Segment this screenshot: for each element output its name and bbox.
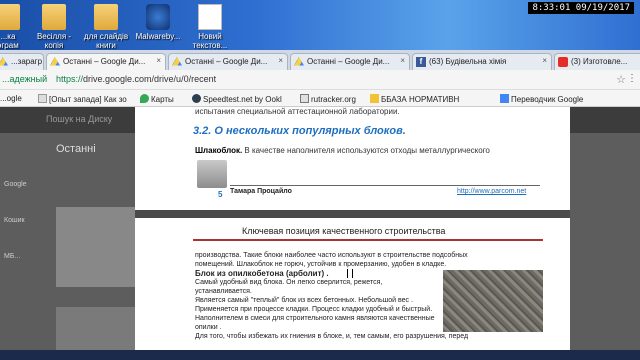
bookmark-label: Переводчик Google [511, 95, 584, 104]
doc-text-line: Наполнителем в смеси для строительного к… [195, 315, 435, 331]
bookmark-4[interactable]: rutracker.org [300, 94, 356, 104]
bookmark-5[interactable]: ББАЗА НОРМАТИВН [370, 94, 459, 104]
tab-label: Останні – Google Ди... [185, 57, 268, 66]
address-bar[interactable]: ...адежный https://drive.google.com/driv… [0, 70, 640, 90]
cinder-block-image [197, 160, 227, 188]
page-gap [135, 210, 570, 218]
tab-4[interactable]: f (63) Будівельна хімія × [412, 53, 552, 70]
close-icon[interactable]: × [400, 56, 405, 65]
doc-text-line: производства. Такие блоки наиболее часто… [195, 252, 468, 259]
facebook-icon: f [416, 57, 426, 67]
desktop-icon-1[interactable]: Весілля - копія [26, 4, 82, 50]
drive-sidebar-item[interactable]: Кошик [4, 203, 48, 239]
footer-author: Тамара Процайло [230, 188, 292, 195]
secure-label: ...адежный [2, 74, 48, 84]
desktop-icon-label: Весілля - копія [36, 32, 72, 50]
youtube-icon [558, 57, 568, 67]
desktop-icon-label: для слайдів книги [83, 32, 129, 50]
doc-heading: 3.2. О нескольких популярных блоков. [193, 125, 406, 137]
drive-section-title: Останні [56, 143, 96, 155]
bookmark-star-icon[interactable]: ☆ [616, 73, 626, 86]
running-header: Ключевая позиция качественного строитель… [242, 226, 446, 236]
translate-icon [500, 94, 509, 103]
bookmark-label: Speedtest.net by Ookl [203, 95, 282, 104]
drive-file-card[interactable] [56, 207, 136, 287]
close-icon[interactable]: × [156, 56, 161, 65]
desktop-icon-label: Новий текстов... [192, 32, 228, 50]
drive-icon [294, 57, 304, 66]
bookmark-label: Карты [151, 95, 174, 104]
tab-label: (3) Изготовле... [571, 57, 628, 66]
drive-icon [50, 57, 60, 66]
desktop-icon-label: Malwareby... [135, 32, 181, 41]
tab-label: Останні – Google Ди... [63, 57, 146, 66]
tab-label: (63) Будівельна хімія [429, 57, 507, 66]
desktop: ...ка эграм Весілля - копія для слайдів … [0, 0, 640, 50]
document-page-2: Ключевая позиция качественного строитель… [135, 218, 570, 360]
malwarebytes-icon [146, 4, 170, 30]
doc-text-line: помещений. Шлакоблок не горюч, устойчив … [195, 261, 447, 268]
doc-bold-term: Шлакоблок. [195, 146, 243, 155]
document-page-1: испытания специальной аттестационной лаб… [135, 107, 570, 210]
doc-text-line: Является самый "теплый" блок из всех бет… [195, 297, 413, 304]
url-text[interactable]: https://drive.google.com/drive/u/0/recen… [56, 74, 216, 84]
drive-icon [0, 57, 8, 66]
clock: 8:33:01 09/19/2017 [528, 2, 634, 14]
bookmark-label: ББАЗА НОРМАТИВН [381, 95, 460, 104]
bookmark-label: rutracker.org [311, 95, 356, 104]
bookmark-0[interactable]: ...ogle [0, 94, 22, 103]
header-rule [193, 239, 543, 241]
menu-icon[interactable]: ⋮ [627, 73, 637, 84]
bookmarks-bar: ...ogle [Опыт запада] Как зо Карты Speed… [0, 90, 640, 107]
text-cursor-icon [347, 269, 353, 278]
tab-1[interactable]: Останні – Google Ди... × [46, 53, 166, 70]
doc-text-line: Применяется при процессе кладки. Процесс… [195, 306, 433, 313]
folder-icon [94, 4, 118, 30]
doc-paragraph-text: В качестве наполнителя используются отхо… [242, 146, 490, 155]
bookmark-label: [Опыт запада] Как зо [49, 95, 127, 104]
tab-5[interactable]: (3) Изготовле... [554, 53, 640, 70]
tab-0[interactable]: ...зарагр [0, 53, 44, 70]
text-document-icon [198, 4, 222, 30]
doc-text-line: испытания специальной аттестационной лаб… [195, 107, 400, 116]
doc-paragraph: Шлакоблок. В качестве наполнителя исполь… [195, 146, 490, 155]
desktop-icon-3[interactable]: Malwareby... [130, 4, 186, 41]
footer-link[interactable]: http://www.parcom.net [457, 188, 526, 195]
tab-strip: ...зарагр Останні – Google Ди... × Остан… [0, 50, 640, 70]
url-path: drive.google.com/drive/u/0/recent [83, 74, 217, 84]
close-icon[interactable]: × [542, 56, 547, 65]
close-icon[interactable]: × [278, 56, 283, 65]
bookmark-1[interactable]: [Опыт запада] Как зо [38, 94, 127, 104]
folder-icon [0, 4, 20, 30]
url-scheme: https:// [56, 74, 84, 84]
tab-3[interactable]: Останні – Google Ди... × [290, 53, 410, 70]
page-icon [38, 94, 47, 103]
desktop-icon-2[interactable]: для слайдів книги [78, 4, 134, 50]
bookmark-3[interactable]: Speedtest.net by Ookl [192, 94, 282, 104]
drive-sidebar-item[interactable]: МБ... [4, 239, 48, 275]
tab-label: ...зарагр [11, 57, 43, 66]
drive-icon [172, 57, 182, 66]
bookmark-2[interactable]: Карты [140, 94, 174, 104]
maps-icon [140, 94, 149, 103]
folder-icon [370, 94, 379, 103]
tab-label: Останні – Google Ди... [307, 57, 390, 66]
desktop-icon-label: ...ка эграм [0, 32, 19, 50]
drive-search-input[interactable]: Пошук на Диску [46, 114, 112, 124]
speedtest-icon [192, 94, 201, 103]
sawdust-block-photo [443, 270, 543, 332]
footer-rule [230, 185, 540, 186]
folder-icon [42, 4, 66, 30]
rutracker-icon [300, 94, 309, 103]
doc-narrow-column: Самый удобный вид блока. Он легко сверли… [195, 278, 438, 332]
page-number: 5 [218, 190, 223, 199]
tab-2[interactable]: Останні – Google Ди... × [168, 53, 288, 70]
taskbar [0, 350, 640, 360]
drive-sidebar: Google Кошик МБ... [0, 167, 48, 275]
doc-text-line: Для того, чтобы избежать их гниения в бл… [195, 333, 469, 340]
doc-text-line: Самый удобный вид блока. Он легко сверли… [195, 279, 383, 295]
drive-sidebar-item[interactable]: Google [4, 167, 48, 203]
desktop-icon-4[interactable]: Новий текстов... [182, 4, 238, 50]
bookmark-6[interactable]: Переводчик Google [500, 94, 583, 104]
